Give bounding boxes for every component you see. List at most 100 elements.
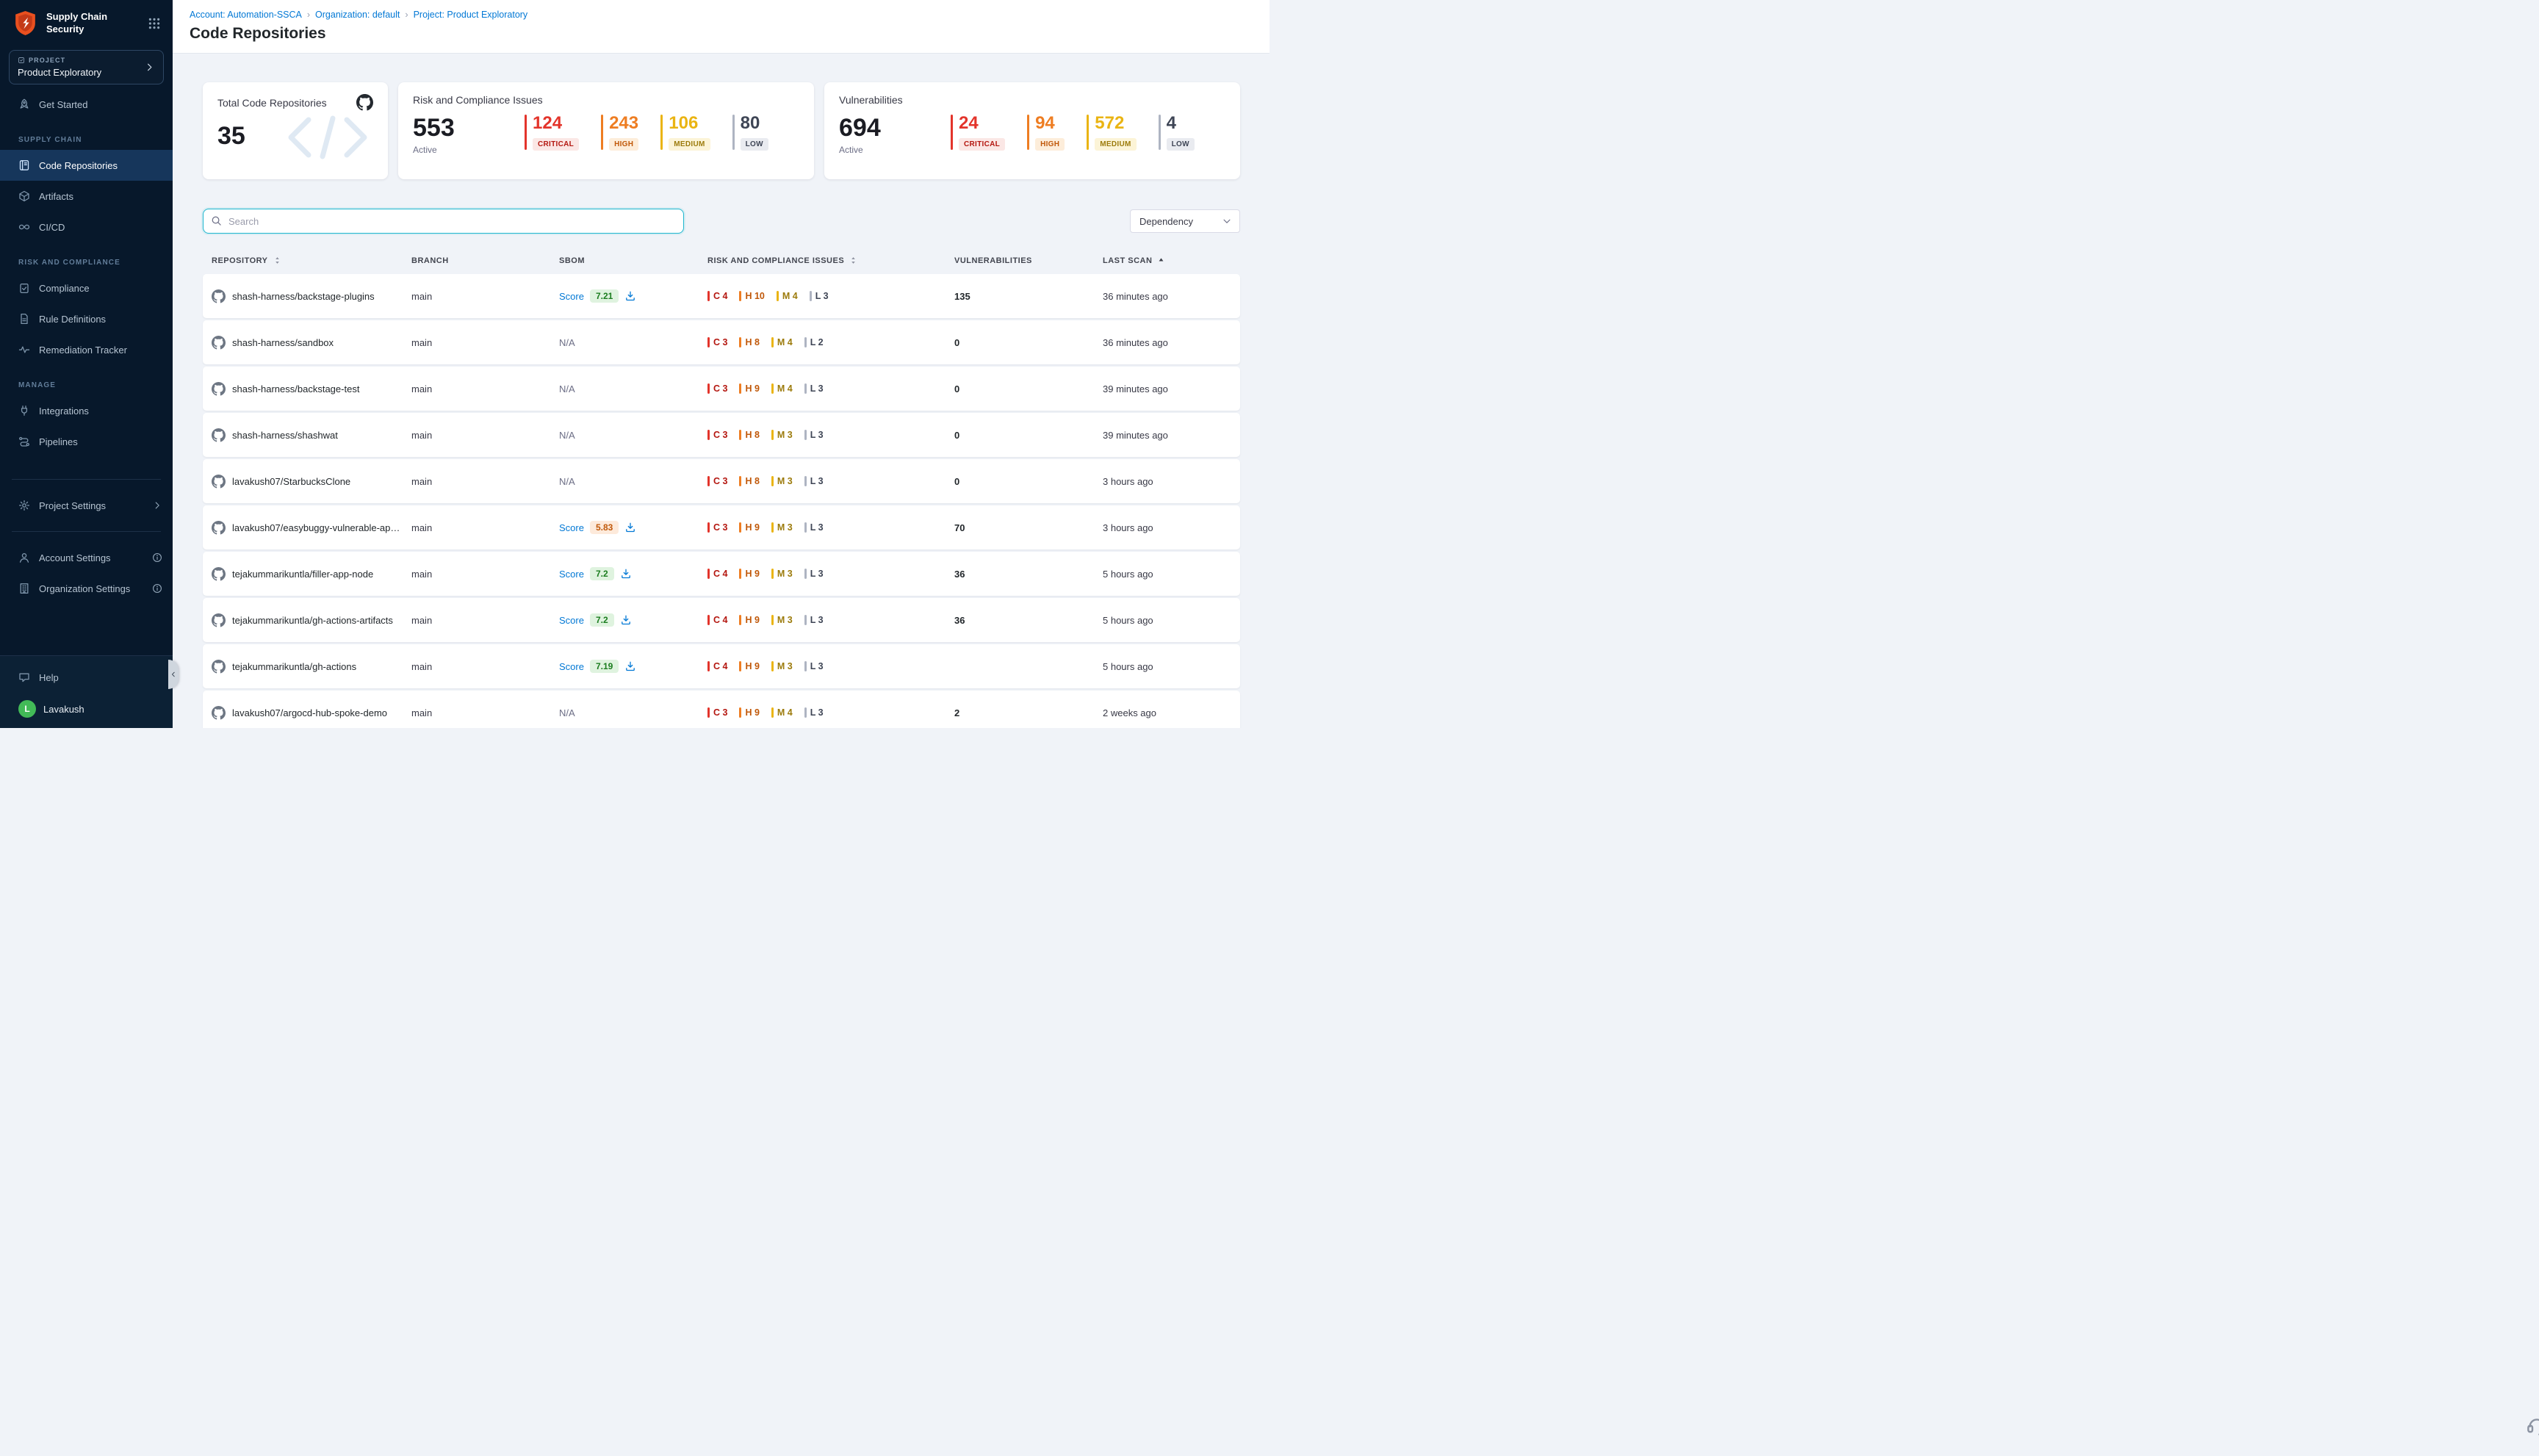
download-sbom-icon[interactable]	[624, 522, 636, 533]
severity-bar	[707, 383, 710, 394]
table-row[interactable]: shash-harness/shashwat main N/A C 3 H 8 …	[203, 413, 1240, 457]
issue-count-critical: C 3	[707, 383, 727, 394]
dependency-filter-dropdown[interactable]: Dependency	[1130, 209, 1240, 233]
issue-count-high: H 8	[739, 430, 759, 440]
repository-name[interactable]: tejakummarikuntla/filler-app-node	[232, 569, 383, 580]
issues-cell: C 3 H 9 M 3 L 3	[707, 522, 954, 533]
vulnerabilities-severity-stats: 24 CRITICAL 94 HIGH 572 MEDIUM 4 LOW	[951, 115, 1195, 155]
user-menu[interactable]: L Lavakush	[0, 693, 173, 718]
column-header-risk-and-compliance-issues[interactable]: RISK AND COMPLIANCE ISSUES	[707, 256, 954, 265]
issues-cell: C 4 H 9 M 3 L 3	[707, 615, 954, 625]
issue-count-low: L 3	[804, 383, 824, 394]
issue-count-critical: C 3	[707, 707, 727, 718]
sbom-score-badge: 7.2	[590, 613, 614, 627]
table-row[interactable]: lavakush07/easybuggy-vulnerable-app... m…	[203, 505, 1240, 549]
issue-count-high: H 10	[739, 291, 764, 301]
column-header-last-scan[interactable]: LAST SCAN	[1103, 256, 1240, 265]
sbom-score-link[interactable]: Score	[559, 291, 584, 302]
github-icon	[212, 428, 226, 442]
repository-name[interactable]: tejakummarikuntla/gh-actions	[232, 661, 367, 672]
sidebar-item-account-settings[interactable]: Account Settings	[0, 542, 173, 573]
download-sbom-icon[interactable]	[620, 568, 632, 580]
sidebar-item-ci-cd[interactable]: CI/CD	[0, 212, 173, 242]
support-headset-icon[interactable]	[2526, 1413, 2539, 1435]
issues-severity-stats: 124 CRITICAL 243 HIGH 106 MEDIUM 80 LOW	[525, 115, 768, 155]
sort-icon[interactable]	[849, 256, 858, 265]
repository-name[interactable]: lavakush07/argocd-hub-spoke-demo	[232, 707, 397, 718]
sidebar-item-organization-settings[interactable]: Organization Settings	[0, 573, 173, 604]
column-header-repository[interactable]: REPOSITORY	[203, 256, 411, 265]
sidebar-item-label: CI/CD	[39, 222, 65, 233]
sbom-score-link[interactable]: Score	[559, 569, 584, 580]
issues-count: 553	[413, 115, 525, 142]
github-icon	[212, 706, 226, 720]
download-sbom-icon[interactable]	[620, 614, 632, 626]
sidebar-item-remediation-tracker[interactable]: Remediation Tracker	[0, 334, 173, 365]
table-header: REPOSITORYBRANCHSBOMRISK AND COMPLIANCE …	[203, 256, 1240, 274]
repository-cell: shash-harness/shashwat	[203, 428, 411, 442]
app-title: Supply Chain Security	[46, 11, 107, 36]
sidebar-item-integrations[interactable]: Integrations	[0, 395, 173, 426]
column-header-sbom[interactable]: SBOM	[559, 256, 707, 265]
repository-name[interactable]: lavakush07/StarbucksClone	[232, 476, 361, 487]
sort-icon[interactable]	[273, 256, 282, 265]
stat-high: 243 HIGH	[601, 115, 638, 151]
breadcrumb-link[interactable]: Account: Automation-SSCA	[190, 10, 302, 20]
table-row[interactable]: shash-harness/backstage-plugins main Sco…	[203, 274, 1240, 318]
pipeline-icon	[18, 436, 30, 447]
repository-name[interactable]: shash-harness/backstage-plugins	[232, 291, 385, 302]
table-row[interactable]: shash-harness/backstage-test main N/A C …	[203, 367, 1240, 411]
repository-name[interactable]: lavakush07/easybuggy-vulnerable-app...	[232, 522, 411, 533]
sbom-score-badge: 7.19	[590, 660, 619, 673]
branch-cell: main	[411, 430, 559, 441]
table-row[interactable]: tejakummarikuntla/filler-app-node main S…	[203, 552, 1240, 596]
sidebar-item-compliance[interactable]: Compliance	[0, 273, 173, 303]
table-row[interactable]: tejakummarikuntla/gh-actions main Score …	[203, 644, 1240, 688]
plug-icon	[18, 405, 30, 417]
sbom-cell: Score 7.19	[559, 660, 707, 673]
table-row[interactable]: tejakummarikuntla/gh-actions-artifacts m…	[203, 598, 1240, 642]
severity-bar	[771, 569, 774, 579]
table-row[interactable]: lavakush07/argocd-hub-spoke-demo main N/…	[203, 691, 1240, 728]
issue-count-medium: M 4	[771, 707, 793, 718]
repository-name[interactable]: shash-harness/backstage-test	[232, 383, 370, 394]
pulse-icon	[18, 344, 30, 356]
sort-asc-icon[interactable]	[1156, 256, 1166, 265]
branch-cell: main	[411, 661, 559, 672]
download-sbom-icon[interactable]	[624, 660, 636, 672]
download-sbom-icon[interactable]	[624, 290, 636, 302]
sidebar-item-artifacts[interactable]: Artifacts	[0, 181, 173, 212]
severity-bar	[739, 661, 741, 671]
breadcrumb-link[interactable]: Organization: default	[315, 10, 400, 20]
repository-name[interactable]: shash-harness/sandbox	[232, 337, 344, 348]
sidebar-item-code-repositories[interactable]: Code Repositories	[0, 150, 173, 181]
sidebar-item-rule-definitions[interactable]: Rule Definitions	[0, 303, 173, 334]
project-selector[interactable]: PROJECT Product Exploratory	[9, 50, 164, 84]
search-input[interactable]	[203, 209, 684, 234]
severity-bar	[804, 615, 807, 625]
vulnerabilities-cell: 0	[954, 337, 1103, 348]
table-row[interactable]: shash-harness/sandbox main N/A C 3 H 8 M…	[203, 320, 1240, 364]
breadcrumb-link[interactable]: Project: Product Exploratory	[414, 10, 528, 20]
repository-cell: tejakummarikuntla/gh-actions	[203, 660, 411, 674]
sidebar-item-pipelines[interactable]: Pipelines	[0, 426, 173, 457]
sbom-score-link[interactable]: Score	[559, 615, 584, 626]
table-row[interactable]: lavakush07/StarbucksClone main N/A C 3 H…	[203, 459, 1240, 503]
column-header-vulnerabilities[interactable]: VULNERABILITIES	[954, 256, 1103, 265]
column-header-branch[interactable]: BRANCH	[411, 256, 559, 265]
card-title: Vulnerabilities	[839, 94, 1225, 106]
issue-count-high: H 9	[739, 615, 759, 625]
repository-name[interactable]: tejakummarikuntla/gh-actions-artifacts	[232, 615, 403, 626]
sidebar-item-get-started[interactable]: Get Started	[0, 89, 173, 120]
vulnerabilities-cell: 0	[954, 476, 1103, 487]
sbom-score-link[interactable]: Score	[559, 522, 584, 533]
app-grid-icon[interactable]	[148, 17, 161, 30]
issues-cell: C 3 H 8 M 3 L 3	[707, 476, 954, 486]
sidebar-item-project-settings[interactable]: Project Settings	[0, 490, 173, 521]
sbom-score-link[interactable]: Score	[559, 661, 584, 672]
sidebar-item-help[interactable]: Help	[0, 662, 173, 693]
repository-name[interactable]: shash-harness/shashwat	[232, 430, 348, 441]
page-content: Total Code Repositories 35 Risk and Comp…	[173, 53, 1270, 728]
last-scan-cell: 2 weeks ago	[1103, 707, 1240, 718]
severity-bar	[739, 615, 741, 625]
